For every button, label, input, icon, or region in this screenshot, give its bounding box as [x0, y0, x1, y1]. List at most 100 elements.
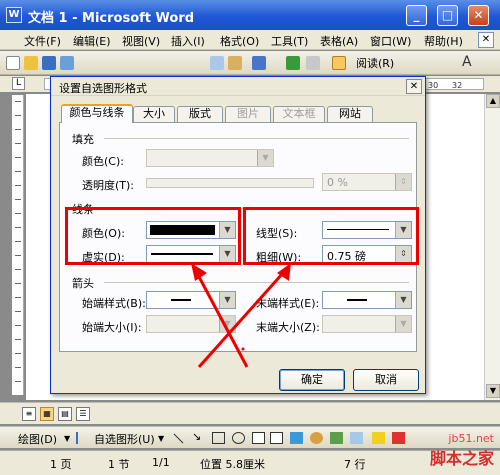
arrows-section-title: 箭头 — [72, 277, 94, 290]
paste-icon[interactable] — [228, 56, 242, 70]
menu-help[interactable]: 帮助(H) — [424, 33, 463, 49]
reading-mode-button[interactable]: 阅读(R) — [356, 55, 394, 71]
menu-file[interactable]: 文件(F) — [24, 33, 61, 49]
tab-colors-lines[interactable]: 颜色与线条 — [61, 104, 133, 123]
ruler-tick — [15, 115, 21, 116]
begin-style-select[interactable]: ▼ — [146, 291, 236, 309]
maximize-button[interactable]: □ — [437, 5, 458, 26]
diagram-icon[interactable] — [310, 432, 323, 444]
word-app-icon: W — [6, 7, 22, 23]
close-button[interactable]: ✕ — [468, 5, 489, 26]
end-size-select[interactable]: ▼ — [322, 315, 412, 333]
line-dash-select[interactable]: ▼ — [146, 245, 236, 263]
tab-stop-selector[interactable]: L — [12, 77, 25, 90]
status-page: 1 页 — [50, 458, 72, 471]
chevron-down-icon: ▼ — [219, 316, 235, 332]
minimize-button[interactable]: _ — [406, 5, 427, 26]
rectangle-tool-icon[interactable] — [212, 432, 225, 444]
line-color-label: 颜色(O): — [82, 227, 125, 240]
line-color-icon[interactable] — [392, 432, 405, 444]
line-dash-label: 虚实(D): — [82, 251, 125, 264]
outline-view-icon[interactable]: ☰ — [76, 407, 90, 421]
menu-insert[interactable]: 插入(I) — [171, 33, 205, 49]
tab-website[interactable]: 网站 — [327, 106, 373, 122]
transparency-slider[interactable] — [146, 178, 314, 188]
new-document-icon[interactable] — [6, 56, 20, 70]
ruler-tick — [15, 241, 21, 242]
fill-color-select[interactable]: ▼ — [146, 149, 274, 167]
web-view-icon[interactable]: ▦ — [40, 407, 54, 421]
line-style-select[interactable]: ▼ — [322, 221, 412, 239]
format-autoshape-dialog: 设置自选图形格式 ✕ 颜色与线条 大小 版式 图片 文本框 网站 填充 颜色(C… — [50, 76, 426, 394]
clipart-icon[interactable] — [330, 432, 343, 444]
save-icon[interactable] — [42, 56, 56, 70]
tab-textbox[interactable]: 文本框 — [273, 106, 325, 122]
begin-size-select[interactable]: ▼ — [146, 315, 236, 333]
menu-view[interactable]: 视图(V) — [122, 33, 160, 49]
draw-menu-button[interactable]: 绘图(D) — [18, 431, 57, 447]
chevron-down-icon: ▼ — [257, 150, 273, 166]
scroll-down-icon[interactable]: ▼ — [486, 384, 500, 398]
section-divider — [104, 282, 409, 283]
autoshapes-menu-button[interactable]: 自选图形(U) — [94, 431, 155, 447]
drawing-toolbar-icon[interactable] — [332, 56, 346, 70]
dialog-titlebar: 设置自选图形格式 ✕ — [51, 77, 425, 96]
ruler-tick — [15, 367, 21, 368]
menu-tools[interactable]: 工具(T) — [271, 33, 308, 49]
textbox-tool-icon[interactable] — [252, 432, 265, 444]
tab-picture[interactable]: 图片 — [225, 106, 271, 122]
font-glyph-icon[interactable]: A — [462, 54, 472, 70]
undo-icon[interactable] — [252, 56, 266, 70]
spinner-icon: ⇕ — [395, 174, 411, 190]
transparency-input[interactable]: 0 % ⇕ — [322, 173, 412, 191]
ruler-tick — [15, 199, 21, 200]
hyperlink-icon[interactable] — [286, 56, 300, 70]
ruler-tick — [15, 283, 21, 284]
line-tool-icon[interactable] — [173, 433, 184, 444]
arrow-tool-icon[interactable]: ↘ — [192, 430, 205, 443]
drawing-toolbar: 绘图(D) ▼ 自选图形(U) ▼ ↘ — [0, 426, 500, 448]
spinner-icon: ⇕ — [395, 246, 411, 262]
picture-icon[interactable] — [350, 432, 363, 444]
menu-window[interactable]: 窗口(W) — [370, 33, 411, 49]
fill-section-title: 填充 — [72, 133, 94, 146]
ruler-tick — [15, 143, 21, 144]
table-icon[interactable] — [306, 56, 320, 70]
select-object-icon[interactable] — [76, 432, 89, 444]
view-bar: ≡ ▦ ▤ ☰ — [0, 402, 500, 424]
scroll-up-icon[interactable]: ▲ — [486, 94, 500, 108]
dialog-close-icon[interactable]: ✕ — [406, 79, 422, 94]
cancel-button[interactable]: 取消 — [353, 369, 419, 391]
ruler-tick — [15, 171, 21, 172]
copy-icon[interactable] — [210, 56, 224, 70]
vertical-scrollbar[interactable]: ▲ ▼ — [484, 94, 500, 400]
permission-icon[interactable] — [60, 56, 74, 70]
end-style-sample — [347, 299, 367, 301]
print-view-icon[interactable]: ▤ — [58, 407, 72, 421]
status-line: 7 行 — [344, 458, 366, 471]
vertical-ruler — [12, 95, 24, 395]
line-weight-label: 粗细(W): — [256, 251, 302, 264]
ok-button[interactable]: 确定 — [279, 369, 345, 391]
vertical-textbox-icon[interactable] — [270, 432, 283, 444]
menu-table[interactable]: 表格(A) — [320, 33, 358, 49]
oval-tool-icon[interactable] — [232, 432, 245, 444]
tab-layout[interactable]: 版式 — [177, 106, 223, 122]
menu-edit[interactable]: 编辑(E) — [73, 33, 111, 49]
document-close-icon[interactable]: ✕ — [478, 32, 494, 48]
ruler-tick — [15, 325, 21, 326]
fill-color-icon[interactable] — [372, 432, 385, 444]
normal-view-icon[interactable]: ≡ — [22, 407, 36, 421]
wordart-icon[interactable] — [290, 432, 303, 444]
menu-format[interactable]: 格式(O) — [220, 33, 259, 49]
line-color-swatch — [150, 225, 215, 235]
ruler-tick — [15, 213, 21, 214]
line-color-select[interactable]: ▼ — [146, 221, 236, 239]
line-weight-input[interactable]: 0.75 磅 ⇕ — [322, 245, 412, 263]
tab-size[interactable]: 大小 — [133, 106, 175, 122]
end-size-label: 末端大小(Z): — [256, 321, 320, 334]
open-folder-icon[interactable] — [24, 56, 38, 70]
site-watermark: jb51.net 脚本之家 — [430, 432, 494, 469]
transparency-label: 透明度(T): — [82, 179, 135, 192]
end-style-select[interactable]: ▼ — [322, 291, 412, 309]
